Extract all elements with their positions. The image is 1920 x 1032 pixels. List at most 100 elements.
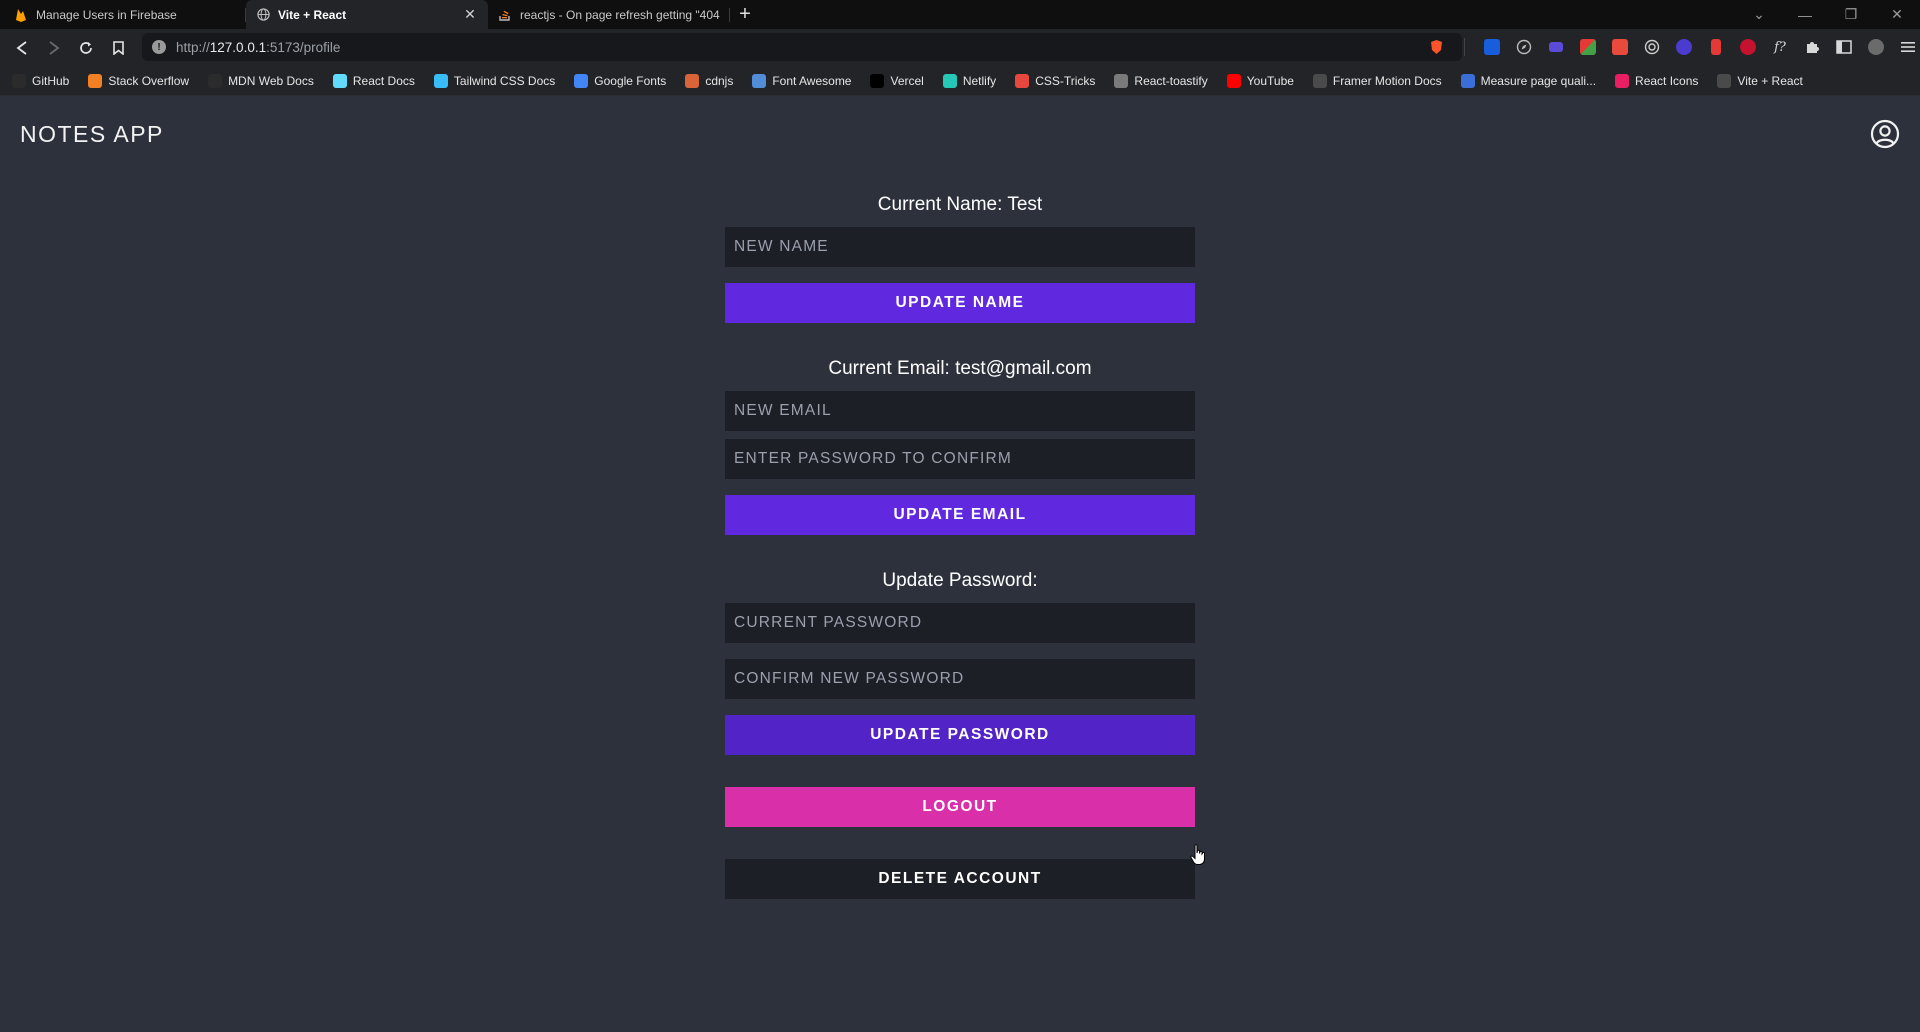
new-tab-button[interactable]: + (730, 0, 760, 29)
stackoverflow-icon (498, 8, 512, 22)
tab-label: Vite + React (278, 7, 347, 22)
delete-account-button[interactable]: DELETE ACCOUNT (725, 859, 1195, 899)
sidebar-icon[interactable] (1828, 33, 1860, 61)
notes-app: NOTES APP Current Name: Test UPDATE NAME… (0, 96, 1920, 1032)
bookmark-google-fonts[interactable]: Google Fonts (574, 73, 666, 88)
compass-icon[interactable] (1508, 33, 1540, 61)
address-bar[interactable]: ! http://127.0.0.1:5173/profile (142, 33, 1462, 61)
bookmark-github[interactable]: GitHub (12, 73, 70, 88)
bookmark-css-tricks[interactable]: CSS-Tricks (1015, 73, 1096, 88)
firebase-icon (14, 8, 28, 22)
menu-icon[interactable] (1892, 33, 1920, 61)
brave-shield-icon[interactable] (1420, 33, 1452, 61)
colorpicker-extension-icon[interactable] (1572, 33, 1604, 61)
minimize-icon[interactable]: — (1782, 7, 1828, 23)
close-icon[interactable]: ✕ (462, 6, 478, 23)
stackoverflow-icon (88, 73, 103, 88)
bookmark-tailwind-css-docs[interactable]: Tailwind CSS Docs (433, 73, 555, 88)
reload-icon (80, 41, 92, 54)
new-password-input[interactable] (725, 659, 1195, 699)
font-extension-icon[interactable]: f? (1764, 33, 1796, 61)
browser-toolbar: ! http://127.0.0.1:5173/profile f? (0, 29, 1920, 66)
logout-button[interactable]: LOGOUT (725, 787, 1195, 827)
update-password-button[interactable]: UPDATE PASSWORD (725, 715, 1195, 755)
bookmark-framer-motion-docs[interactable]: Framer Motion Docs (1312, 73, 1442, 88)
bookmark-icon (112, 40, 124, 55)
flag-icon (752, 73, 767, 88)
update-name-button[interactable]: UPDATE NAME (725, 283, 1195, 323)
bookmark-label: Framer Motion Docs (1332, 73, 1442, 88)
profile-avatar-icon[interactable] (1860, 33, 1892, 61)
update-password-heading: Update Password: (882, 570, 1038, 591)
url-path: :5173/profile (266, 39, 341, 55)
react-devtools-icon[interactable] (1668, 33, 1700, 61)
current-password-input[interactable] (725, 603, 1195, 643)
bookmark-youtube[interactable]: YouTube (1226, 73, 1294, 88)
bookmark-vercel[interactable]: Vercel (870, 73, 924, 88)
new-name-input[interactable] (725, 227, 1195, 267)
react-icon (332, 73, 347, 88)
bookmark-label: React Icons (1635, 73, 1699, 88)
site-info-icon[interactable]: ! (152, 40, 166, 54)
bookmark-label: YouTube (1246, 73, 1294, 88)
new-email-input[interactable] (725, 391, 1195, 431)
bookmark-mdn-web-docs[interactable]: MDN Web Docs (208, 73, 314, 88)
reload-button[interactable] (70, 34, 102, 62)
tab-vite-react[interactable]: Vite + React ✕ (246, 0, 488, 29)
restore-icon[interactable]: ❐ (1828, 6, 1874, 23)
bookmark-cdnjs[interactable]: cdnjs (685, 73, 734, 88)
current-name-heading: Current Name: Test (877, 194, 1043, 215)
tailwind-icon (433, 73, 448, 88)
puzzle-extensions-icon[interactable] (1796, 33, 1828, 61)
forward-button[interactable] (38, 34, 70, 62)
vercel-icon (870, 73, 885, 88)
window-close-icon[interactable]: ✕ (1874, 6, 1920, 23)
bookmark-label: MDN Web Docs (228, 73, 314, 88)
app-brand[interactable]: NOTES APP (20, 121, 164, 148)
pen-extension-icon[interactable] (1540, 33, 1572, 61)
back-icon (16, 40, 27, 55)
globe-icon (256, 8, 270, 22)
bookmark-react-docs[interactable]: React Docs (332, 73, 415, 88)
tab-manage-users[interactable]: Manage Users in Firebase (4, 0, 246, 29)
confirm-password-input[interactable] (725, 439, 1195, 479)
bookmark-react-icons[interactable]: React Icons (1615, 73, 1699, 88)
bookmark-measure-page-quali[interactable]: Measure page quali... (1460, 73, 1597, 88)
bookmark-vite-react[interactable]: Vite + React (1717, 73, 1803, 88)
bookmark-label: Measure page quali... (1480, 73, 1597, 88)
target-extension-icon[interactable] (1636, 33, 1668, 61)
current-email-heading: Current Email: test@gmail.com (828, 358, 1092, 379)
update-email-button[interactable]: UPDATE EMAIL (725, 495, 1195, 535)
cdnjs-icon (685, 73, 700, 88)
bookmark-label: cdnjs (705, 73, 734, 88)
bookmark-label: Vercel (890, 73, 924, 88)
bookmark-stack-overflow[interactable]: Stack Overflow (88, 73, 189, 88)
bookmark-label: CSS-Tricks (1035, 73, 1096, 88)
forward-icon (49, 40, 60, 55)
screenshot-extension-icon[interactable] (1604, 33, 1636, 61)
url-text[interactable]: http://127.0.0.1:5173/profile (176, 40, 340, 55)
tab-stackoverflow[interactable]: reactjs - On page refresh getting "404 (488, 0, 730, 29)
bookmark-label: GitHub (32, 73, 70, 88)
user-profile-icon[interactable] (1870, 119, 1900, 149)
back-button[interactable] (6, 34, 38, 62)
netlify-icon (942, 73, 957, 88)
bookmark-label: Font Awesome (772, 73, 852, 88)
lighthouse-icon (1460, 73, 1475, 88)
toastify-icon (1114, 73, 1129, 88)
wappalyzer-icon[interactable] (1700, 33, 1732, 61)
ublock-icon[interactable] (1732, 33, 1764, 61)
globe-icon (1312, 73, 1327, 88)
bookmark-font-awesome[interactable]: Font Awesome (752, 73, 852, 88)
bookmark-button[interactable] (102, 34, 134, 62)
bookmark-netlify[interactable]: Netlify (942, 73, 996, 88)
css-tricks-icon (1015, 73, 1030, 88)
bookmark-react-toastify[interactable]: React-toastify (1114, 73, 1208, 88)
youtube-icon (1226, 73, 1241, 88)
react-icons-icon (1615, 73, 1630, 88)
bitwarden-icon[interactable] (1476, 33, 1508, 61)
hand-cursor-icon (1190, 844, 1205, 865)
extensions-area: f? (1420, 33, 1920, 61)
bookmarks-bar: GitHub Stack Overflow MDN Web Docs React Do… (0, 66, 1920, 96)
tab-search-icon[interactable]: ⌄ (1736, 6, 1782, 23)
